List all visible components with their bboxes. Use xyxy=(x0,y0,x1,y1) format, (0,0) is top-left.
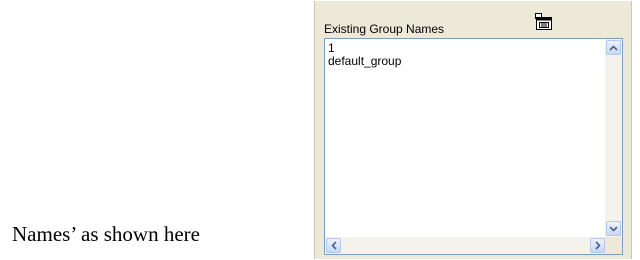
caption-text: Names’ as shown here xyxy=(12,222,200,246)
chevron-right-icon xyxy=(594,241,601,250)
chevron-up-icon xyxy=(609,44,618,51)
scroll-left-button[interactable] xyxy=(326,238,341,253)
group-names-panel: Existing Group Names 1 default_group xyxy=(314,1,632,259)
vertical-scrollbar[interactable] xyxy=(605,39,622,237)
group-names-list: 1 default_group xyxy=(328,42,401,68)
scroll-down-button[interactable] xyxy=(606,221,621,236)
chevron-left-icon xyxy=(330,241,337,250)
group-names-listbox[interactable]: 1 default_group xyxy=(324,38,623,255)
group-edit-icon[interactable] xyxy=(533,12,555,32)
panel-title: Existing Group Names xyxy=(324,22,445,36)
list-item[interactable]: default_group xyxy=(328,55,401,68)
scrollbar-corner xyxy=(605,237,622,254)
scroll-up-button[interactable] xyxy=(606,40,621,55)
scroll-right-button[interactable] xyxy=(590,238,605,253)
horizontal-scrollbar[interactable] xyxy=(325,237,606,254)
chevron-down-icon xyxy=(609,225,618,232)
